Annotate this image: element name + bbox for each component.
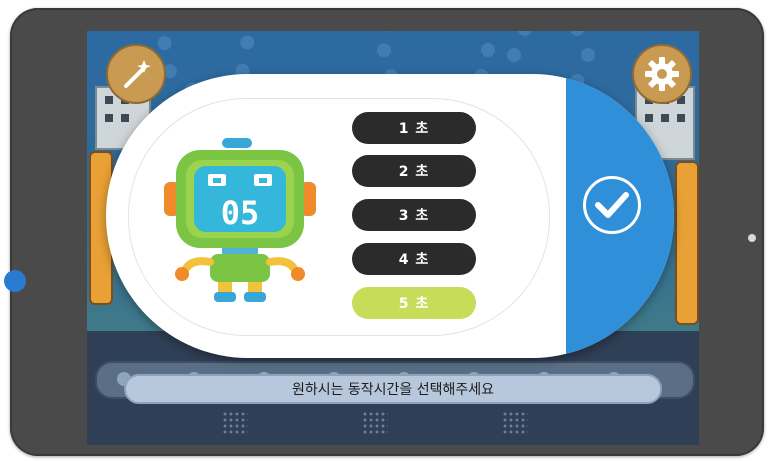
magic-wand-button[interactable] (106, 44, 166, 104)
robot-illustration: 05 (164, 138, 316, 302)
checkmark-icon (595, 192, 629, 218)
instruction-bar: 원하시는 동작시간을 선택해주세요 (124, 374, 662, 404)
duration-option-3s[interactable]: 3 초 (352, 199, 476, 231)
robot-display-text: 05 (221, 194, 260, 232)
floor-vent (502, 411, 528, 435)
duration-option-5s[interactable]: 5 초 (352, 287, 476, 319)
magic-wand-icon (124, 60, 151, 88)
side-indicator-dot (4, 270, 26, 292)
confirm-button[interactable] (583, 176, 641, 234)
duration-option-2s[interactable]: 2 초 (352, 155, 476, 187)
duration-option-4s[interactable]: 4 초 (352, 243, 476, 275)
floor-vent (222, 411, 248, 435)
tablet-camera-dot (748, 234, 756, 242)
robot-arm (675, 161, 699, 325)
floor-vent (362, 411, 388, 435)
duration-option-1s[interactable]: 1 초 (352, 112, 476, 144)
